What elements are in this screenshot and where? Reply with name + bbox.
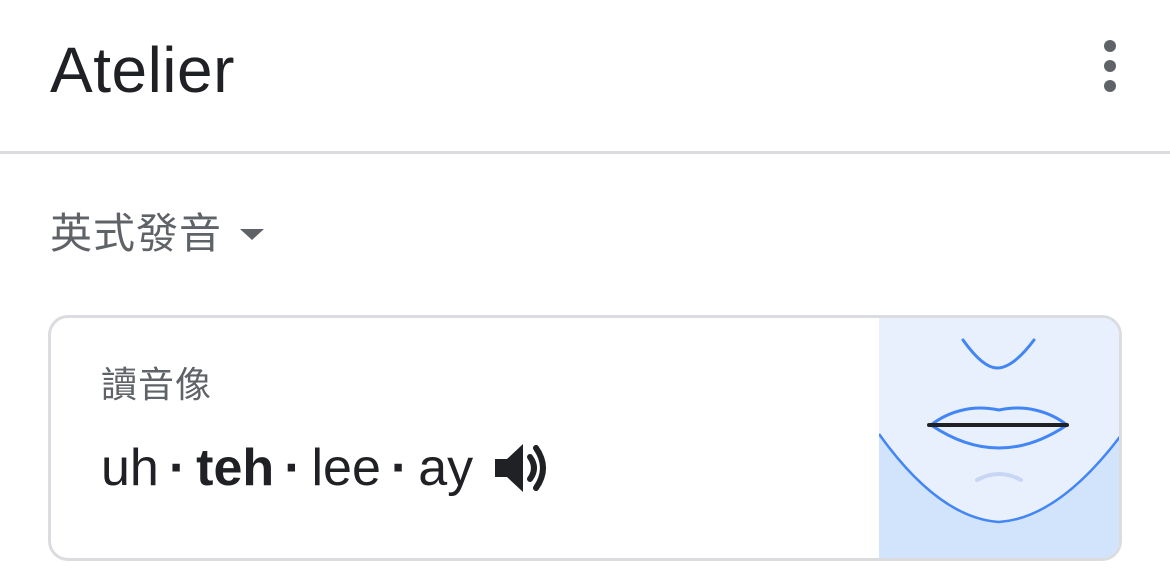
arrow-drop-down-icon xyxy=(240,228,265,240)
more-dot xyxy=(1104,80,1116,92)
syllable: lee xyxy=(311,439,381,497)
dialect-label: 英式發音 xyxy=(50,209,223,258)
app-header: Atelier xyxy=(0,0,1170,154)
syllable-separator: · xyxy=(390,439,409,497)
syllable-separator: · xyxy=(284,439,302,497)
sounds-like-label: 讀音像 xyxy=(101,365,213,406)
dialect-dropdown[interactable]: 英式發音 xyxy=(50,206,265,262)
volume-up-icon[interactable] xyxy=(493,440,551,496)
more-dot xyxy=(1104,60,1116,72)
pronunciation-text: uh · teh · lee · ay xyxy=(101,436,551,500)
syllable: uh xyxy=(101,439,159,497)
syllable: ay xyxy=(418,439,474,497)
more-dot xyxy=(1104,40,1116,52)
speaker-svg xyxy=(495,444,547,492)
syllable-separator: · xyxy=(168,439,187,497)
pronunciation-card: 讀音像 uh · teh · lee · ay xyxy=(48,315,1122,561)
stressed-syllable: teh xyxy=(196,439,275,497)
more-vert-icon[interactable] xyxy=(1088,34,1132,98)
page-title: Atelier xyxy=(50,34,235,106)
mouth-diagram xyxy=(879,318,1119,558)
